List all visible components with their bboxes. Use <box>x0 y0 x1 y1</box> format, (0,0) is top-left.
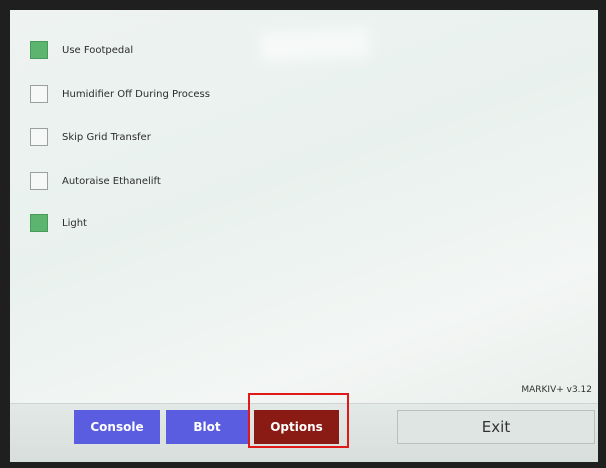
option-use-footpedal[interactable]: Use Footpedal <box>30 39 133 61</box>
option-label: Skip Grid Transfer <box>62 131 151 143</box>
option-label: Humidifier Off During Process <box>62 88 210 100</box>
checkbox-skip-grid-transfer[interactable] <box>30 128 48 146</box>
options-button[interactable]: Options <box>254 410 339 444</box>
option-humidifier-off[interactable]: Humidifier Off During Process <box>30 83 210 105</box>
option-label: Use Footpedal <box>62 44 134 56</box>
touch-screen: Use Footpedal Humidifier Off During Proc… <box>10 10 598 462</box>
checkbox-use-footpedal[interactable] <box>30 41 48 59</box>
option-autoraise-ethanelift[interactable]: Autoraise Ethanelift <box>30 170 161 192</box>
console-button[interactable]: Console <box>74 410 160 444</box>
checkbox-humidifier-off[interactable] <box>30 85 48 103</box>
checkbox-light[interactable] <box>30 214 48 232</box>
option-label: Autoraise Ethanelift <box>62 175 161 187</box>
option-light[interactable]: Light <box>30 212 87 234</box>
version-label: MARKIV+ v3.12 <box>521 385 592 395</box>
option-skip-grid-transfer[interactable]: Skip Grid Transfer <box>30 126 151 148</box>
checkbox-autoraise-ethanelift[interactable] <box>30 172 48 190</box>
exit-button[interactable]: Exit <box>397 410 595 444</box>
blot-button[interactable]: Blot <box>166 410 248 444</box>
option-label: Light <box>62 217 87 229</box>
screen-glare <box>259 27 371 63</box>
